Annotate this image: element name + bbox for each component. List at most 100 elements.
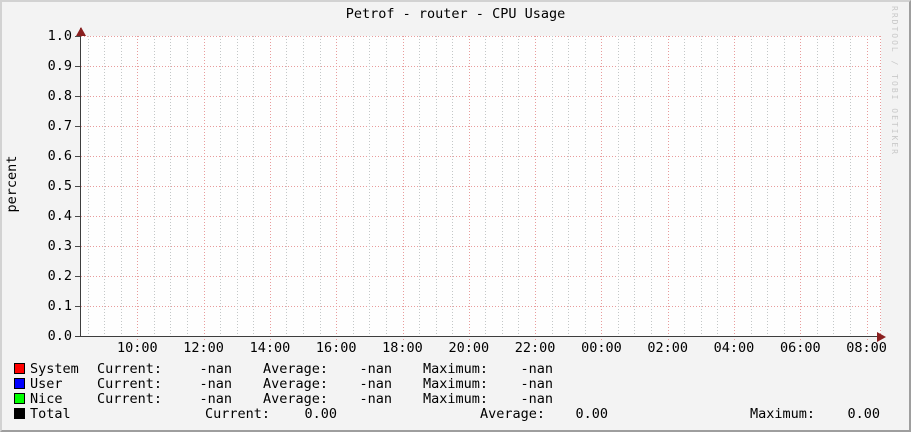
y-tick-label: 0.3 bbox=[47, 238, 72, 254]
minor-gridline-v bbox=[253, 36, 255, 339]
minor-gridline-v bbox=[87, 36, 89, 339]
minor-gridline-v bbox=[617, 36, 619, 339]
minor-gridline-v bbox=[286, 36, 288, 339]
graph-title: Petrof - router - CPU Usage bbox=[345, 6, 566, 22]
major-gridline-v bbox=[880, 36, 881, 336]
y-axis-line bbox=[80, 28, 81, 337]
x-tick-label: 16:00 bbox=[315, 340, 357, 356]
x-tick-label: 02:00 bbox=[647, 340, 688, 356]
y-tick-label: 0.5 bbox=[47, 178, 72, 194]
y-tick-label: 0.0 bbox=[47, 328, 72, 344]
legend-maximum-value-nice: -nan bbox=[520, 391, 553, 407]
minor-gridline-v bbox=[717, 36, 719, 339]
major-gridline-h bbox=[75, 156, 881, 157]
legend-swatch-system bbox=[14, 363, 25, 374]
x-tick-label: 20:00 bbox=[448, 340, 490, 356]
minor-gridline-v bbox=[220, 36, 222, 339]
major-gridline-v bbox=[336, 36, 338, 341]
legend-current-value-system: -nan bbox=[199, 361, 232, 377]
minor-gridline-v bbox=[518, 36, 520, 339]
legend-maximum-value-user: -nan bbox=[520, 376, 553, 392]
x-tick-label: 06:00 bbox=[779, 340, 821, 356]
rrdtool-cpu-usage-graph[interactable]: Petrof - router - CPU Usage percent 1.0 0… bbox=[0, 0, 911, 432]
y-tick-label: 0.1 bbox=[47, 298, 72, 314]
minor-gridline-v bbox=[236, 36, 238, 339]
minor-gridline-v bbox=[352, 36, 354, 339]
major-gridline-h bbox=[75, 276, 881, 277]
legend-average-value-user: -nan bbox=[359, 376, 392, 392]
minor-gridline-v bbox=[153, 36, 155, 339]
minor-gridline-v bbox=[319, 36, 321, 339]
major-gridline-v bbox=[137, 36, 139, 341]
legend-current-value-user: -nan bbox=[199, 376, 232, 392]
major-gridline-h bbox=[75, 96, 881, 97]
minor-gridline-v bbox=[849, 36, 851, 339]
major-gridline-v bbox=[800, 36, 802, 341]
minor-gridline-v bbox=[816, 36, 818, 339]
y-tick-label: 0.6 bbox=[47, 148, 72, 164]
major-gridline-h bbox=[75, 66, 881, 67]
minor-gridline-v bbox=[634, 36, 636, 339]
major-gridline-h bbox=[75, 36, 881, 37]
y-tick-label: 0.7 bbox=[47, 118, 72, 134]
major-gridline-h bbox=[75, 126, 881, 127]
legend-swatch-total bbox=[14, 408, 25, 419]
x-tick-label: 10:00 bbox=[116, 340, 158, 356]
y-tick-label: 0.9 bbox=[47, 58, 72, 74]
minor-gridline-v bbox=[120, 36, 122, 339]
major-gridline-v bbox=[269, 36, 271, 341]
x-tick-label: 08:00 bbox=[846, 340, 887, 356]
minor-gridline-v bbox=[750, 36, 752, 339]
major-gridline-h bbox=[75, 306, 881, 307]
x-tick-label: 04:00 bbox=[713, 340, 755, 356]
y-tick-label: 0.4 bbox=[47, 208, 72, 224]
major-gridline-v bbox=[402, 36, 404, 341]
minor-gridline-v bbox=[485, 36, 487, 339]
major-gridline-v bbox=[601, 36, 603, 341]
major-gridline-v bbox=[203, 36, 205, 341]
minor-gridline-v bbox=[584, 36, 586, 339]
minor-gridline-v bbox=[568, 36, 570, 339]
x-tick-label: 14:00 bbox=[249, 340, 291, 356]
x-tick-label: 22:00 bbox=[514, 340, 556, 356]
minor-gridline-v bbox=[833, 36, 835, 339]
legend-maximum-value-system: -nan bbox=[520, 361, 553, 377]
minor-gridline-v bbox=[104, 36, 106, 339]
x-tick-label: 00:00 bbox=[581, 340, 622, 356]
minor-gridline-v bbox=[186, 36, 188, 339]
minor-gridline-v bbox=[651, 36, 653, 339]
minor-gridline-v bbox=[385, 36, 387, 339]
major-gridline-v bbox=[468, 36, 470, 341]
minor-gridline-v bbox=[501, 36, 503, 339]
minor-gridline-v bbox=[767, 36, 769, 339]
minor-gridline-v bbox=[170, 36, 172, 339]
y-tick-label: 0.2 bbox=[47, 268, 72, 284]
legend-swatch-user bbox=[14, 378, 25, 389]
minor-gridline-v bbox=[700, 36, 702, 339]
major-gridline-v bbox=[866, 36, 868, 341]
legend-swatch-nice bbox=[14, 393, 25, 404]
minor-gridline-v bbox=[435, 36, 437, 339]
minor-gridline-v bbox=[369, 36, 371, 339]
legend-average-value-total: 0.00 bbox=[575, 406, 608, 422]
legend-average-value-system: -nan bbox=[359, 361, 392, 377]
legend-label-nice: Nice bbox=[30, 391, 63, 407]
legend-current-value-nice: -nan bbox=[199, 391, 232, 407]
major-gridline-v bbox=[535, 36, 537, 341]
x-tick-label: 12:00 bbox=[183, 340, 224, 356]
minor-gridline-v bbox=[783, 36, 785, 339]
x-tick-label: 18:00 bbox=[382, 340, 423, 356]
legend-maximum-value-total: 0.00 bbox=[847, 406, 880, 422]
y-axis-title: percent bbox=[4, 155, 20, 213]
legend-label-user: User bbox=[30, 376, 63, 392]
major-gridline-h bbox=[75, 246, 881, 247]
rrdtool-watermark: RRDTOOL / TOBI OETIKER bbox=[890, 6, 899, 156]
major-gridline-v bbox=[667, 36, 669, 341]
minor-gridline-v bbox=[452, 36, 454, 339]
major-gridline-v bbox=[734, 36, 735, 341]
y-tick-label: 0.8 bbox=[47, 88, 72, 104]
legend-average-value-nice: -nan bbox=[359, 391, 392, 407]
legend-label-total: Total bbox=[30, 406, 71, 422]
minor-gridline-v bbox=[419, 36, 420, 339]
legend-current-value-total: 0.00 bbox=[304, 406, 337, 422]
